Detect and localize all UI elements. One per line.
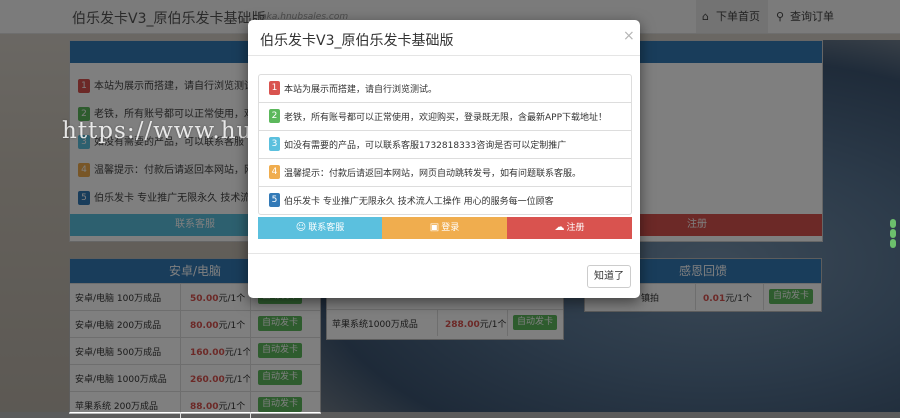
item-number-badge: 4	[269, 165, 280, 179]
item-number-badge: 3	[269, 137, 280, 151]
list-item: 1 本站为展示而搭建，请自行浏览测试。	[259, 75, 631, 102]
item-text: 如没有需要的产品，可以联系客服1732818333咨询是否可以定制推广	[284, 141, 567, 151]
item-number-badge: 1	[269, 81, 280, 95]
modal-header-divider	[248, 55, 640, 56]
register-button[interactable]: ☁ 注册	[507, 217, 632, 239]
item-text: 本站为展示而搭建，请自行浏览测试。	[284, 85, 438, 95]
list-item: 5 伯乐发卡 专业推广无限永久 技术流人工操作 用心的服务每一位顾客	[259, 186, 631, 214]
list-item: 2 老铁，所有账号都可以正常使用，欢迎购买，登录既无限，含最新APP下载地址！	[259, 102, 631, 130]
gift-icon: ▣	[429, 222, 440, 233]
item-text: 温馨提示：付款后请返回本网站，网页自动跳转发号，如有问题联系客服。	[284, 169, 582, 179]
qq-icon: ☺	[295, 222, 307, 233]
contact-support-label: 联系客服	[308, 223, 345, 233]
register-label: 注册	[566, 223, 585, 233]
side-scroll-indicator[interactable]	[888, 218, 898, 256]
modal-title: 伯乐发卡V3_原伯乐发卡基础版	[260, 33, 454, 49]
notice-list: 1 本站为展示而搭建，请自行浏览测试。 2 老铁，所有账号都可以正常使用，欢迎购…	[258, 74, 632, 215]
login-button[interactable]: ▣ 登录	[382, 217, 507, 239]
modal-footer-divider	[248, 253, 640, 254]
item-number-badge: 2	[269, 109, 280, 123]
list-item: 4 温馨提示：付款后请返回本网站，网页自动跳转发号，如有问题联系客服。	[259, 158, 631, 186]
close-icon[interactable]: ×	[623, 28, 635, 44]
login-label: 登录	[441, 223, 460, 233]
item-number-badge: 5	[269, 193, 280, 207]
notice-modal: 伯乐发卡V3_原伯乐发卡基础版 × 1 本站为展示而搭建，请自行浏览测试。 2 …	[248, 20, 640, 298]
item-text: 老铁，所有账号都可以正常使用，欢迎购买，登录既无限，含最新APP下载地址！	[284, 113, 608, 123]
got-it-button[interactable]: 知道了	[587, 265, 631, 288]
item-text: 伯乐发卡 专业推广无限永久 技术流人工操作 用心的服务每一位顾客	[284, 197, 554, 207]
contact-support-button[interactable]: ☺ 联系客服	[258, 217, 382, 239]
modal-action-bar: ☺ 联系客服 ▣ 登录 ☁ 注册	[258, 217, 632, 239]
cloud-icon: ☁	[554, 222, 565, 233]
list-item: 3 如没有需要的产品，可以联系客服1732818333咨询是否可以定制推广	[259, 130, 631, 158]
